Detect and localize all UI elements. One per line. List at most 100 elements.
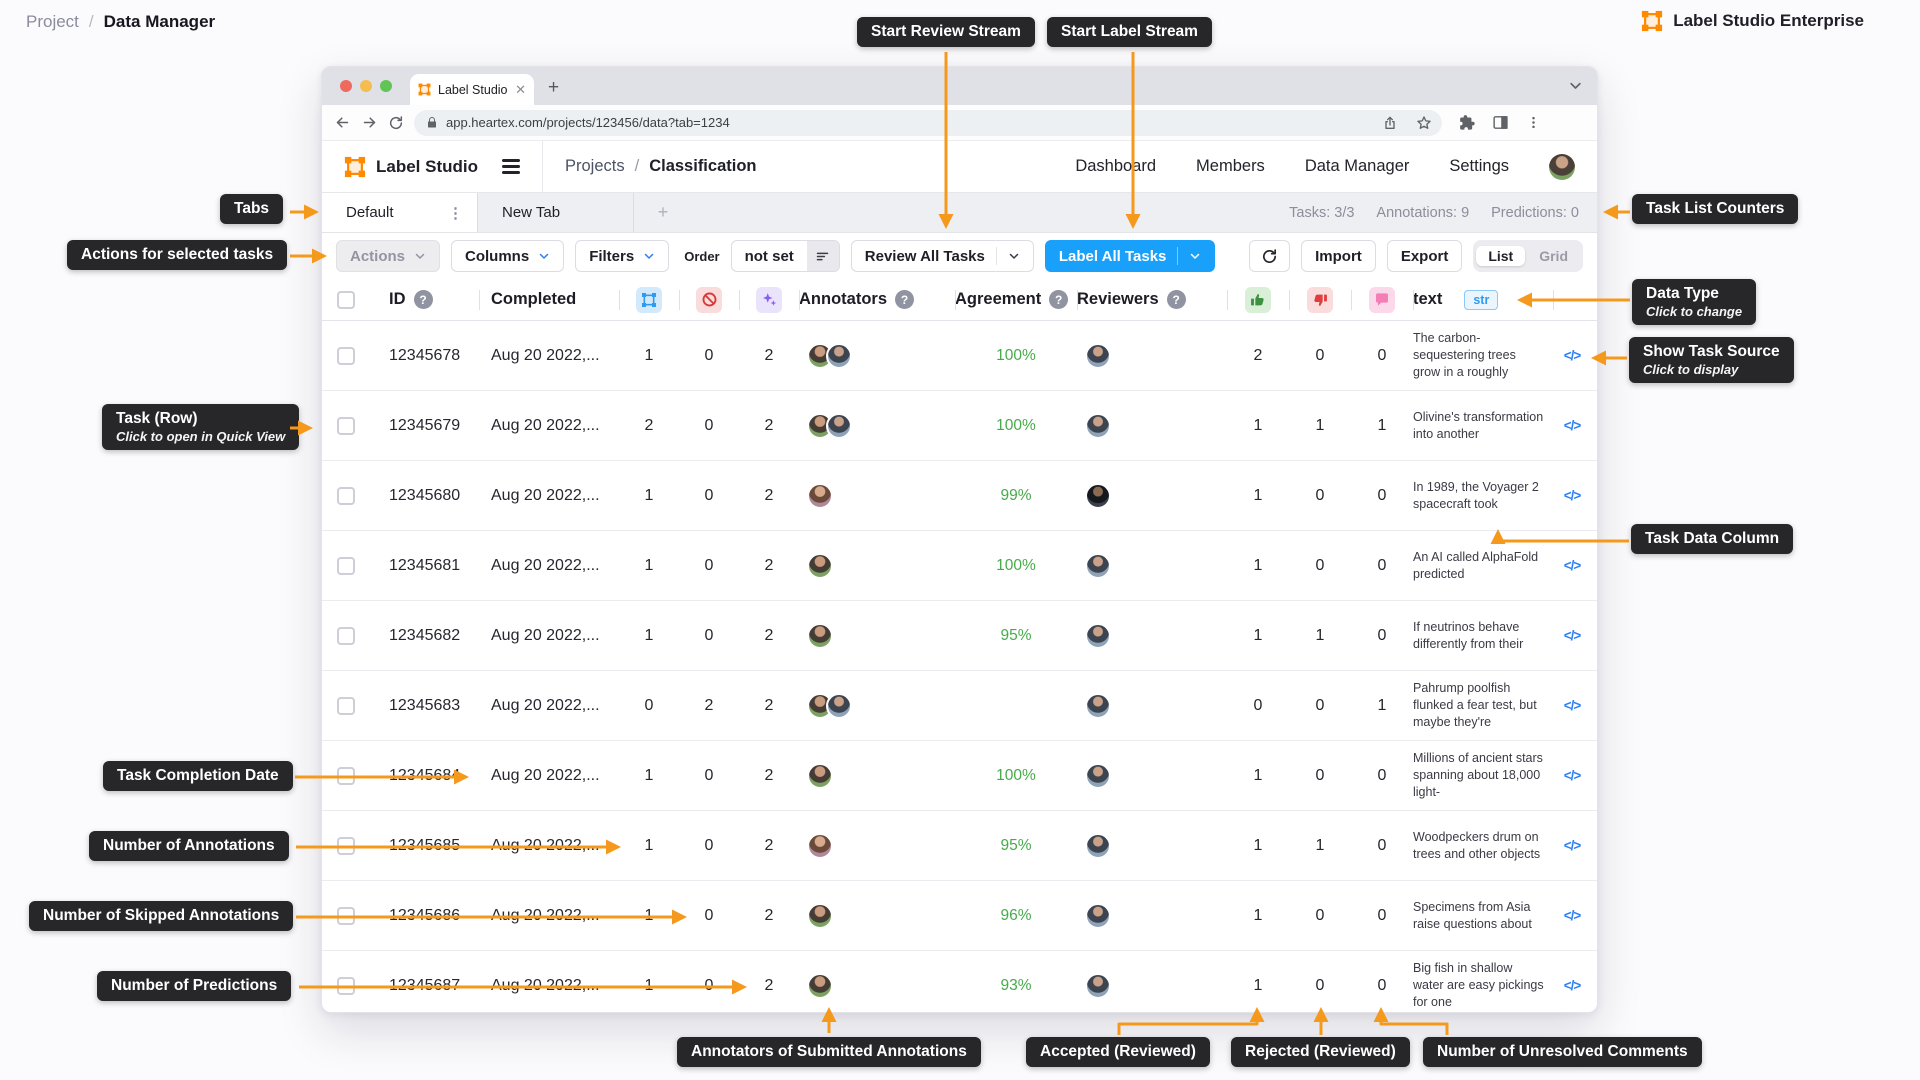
extensions-puzzle-icon[interactable]: [1458, 114, 1475, 131]
row-checkbox[interactable]: [337, 697, 355, 715]
column-text[interactable]: text: [1413, 290, 1442, 309]
back-icon[interactable]: [334, 114, 351, 131]
avatar[interactable]: [1085, 413, 1111, 439]
sort-icon[interactable]: [807, 241, 839, 271]
row-checkbox[interactable]: [337, 557, 355, 575]
browser-tab[interactable]: Label Studio ✕: [410, 74, 534, 105]
grid-view-button[interactable]: Grid: [1527, 246, 1580, 266]
export-button[interactable]: Export: [1387, 240, 1463, 272]
minimize-window-button[interactable]: [360, 80, 372, 92]
new-browser-tab-button[interactable]: +: [548, 77, 559, 99]
column-annotators[interactable]: Annotators: [799, 290, 887, 309]
share-icon[interactable]: [1382, 115, 1398, 131]
refresh-button[interactable]: [1249, 240, 1290, 272]
avatar[interactable]: [807, 763, 833, 789]
task-row[interactable]: 12345683Aug 20 2022,...022001Pahrump poo…: [322, 671, 1597, 741]
side-panel-icon[interactable]: [1492, 114, 1509, 131]
avatar[interactable]: [807, 833, 833, 859]
tab-new-tab[interactable]: New Tab: [478, 193, 634, 232]
help-icon[interactable]: ?: [1049, 290, 1068, 309]
close-window-button[interactable]: [340, 80, 352, 92]
tab-strip-chevron-icon[interactable]: [1568, 78, 1583, 93]
user-avatar[interactable]: [1549, 154, 1575, 180]
row-checkbox[interactable]: [337, 907, 355, 925]
select-all-checkbox[interactable]: [337, 291, 355, 309]
task-row[interactable]: 12345686Aug 20 2022,...10296%100Specimen…: [322, 881, 1597, 951]
annotation-results-column-icon[interactable]: [636, 287, 662, 313]
tab-close-icon[interactable]: ✕: [515, 82, 526, 98]
predictions-column-icon[interactable]: [756, 287, 782, 313]
avatar[interactable]: [1085, 903, 1111, 929]
avatar[interactable]: [1085, 623, 1111, 649]
task-row[interactable]: 12345678Aug 20 2022,...102100%200The car…: [322, 321, 1597, 391]
task-source-icon[interactable]: </>: [1553, 321, 1591, 390]
task-source-icon[interactable]: </>: [1553, 601, 1591, 670]
rejected-column-icon[interactable]: [1307, 287, 1333, 313]
list-view-button[interactable]: List: [1476, 246, 1525, 266]
browser-menu-kebab-icon[interactable]: [1526, 115, 1541, 130]
avatar[interactable]: [807, 973, 833, 999]
avatar[interactable]: [1085, 343, 1111, 369]
review-all-tasks-button[interactable]: Review All Tasks: [851, 240, 1034, 272]
avatar[interactable]: [1085, 973, 1111, 999]
column-completed[interactable]: Completed: [491, 290, 576, 309]
task-source-icon[interactable]: </>: [1553, 391, 1591, 460]
help-icon[interactable]: ?: [1167, 290, 1186, 309]
task-row[interactable]: 12345679Aug 20 2022,...202100%111Olivine…: [322, 391, 1597, 461]
tab-default[interactable]: Default ⋮: [322, 193, 478, 232]
task-row[interactable]: 12345682Aug 20 2022,...10295%110If neutr…: [322, 601, 1597, 671]
projects-link[interactable]: Projects: [565, 157, 625, 176]
hamburger-menu-icon[interactable]: [502, 159, 520, 173]
task-row[interactable]: 12345687Aug 20 2022,...10293%100Big fish…: [322, 951, 1597, 1013]
task-row[interactable]: 12345681Aug 20 2022,...102100%100An AI c…: [322, 531, 1597, 601]
order-button[interactable]: not set: [731, 240, 840, 272]
task-source-icon[interactable]: </>: [1553, 811, 1591, 880]
nav-settings[interactable]: Settings: [1449, 157, 1509, 176]
avatar[interactable]: [807, 623, 833, 649]
task-source-icon[interactable]: </>: [1553, 531, 1591, 600]
row-checkbox[interactable]: [337, 627, 355, 645]
row-checkbox[interactable]: [337, 417, 355, 435]
bookmark-star-icon[interactable]: [1416, 115, 1432, 131]
avatar[interactable]: [1085, 483, 1111, 509]
filters-button[interactable]: Filters: [575, 240, 669, 272]
add-view-tab-button[interactable]: +: [634, 193, 692, 232]
comments-column-icon[interactable]: [1369, 287, 1395, 313]
import-button[interactable]: Import: [1301, 240, 1376, 272]
window-controls[interactable]: [340, 80, 392, 92]
avatar[interactable]: [826, 693, 852, 719]
task-source-icon[interactable]: </>: [1553, 741, 1591, 810]
avatar[interactable]: [807, 903, 833, 929]
task-source-icon[interactable]: </>: [1553, 881, 1591, 950]
row-checkbox[interactable]: [337, 767, 355, 785]
task-source-icon[interactable]: </>: [1553, 461, 1591, 530]
avatar[interactable]: [1085, 693, 1111, 719]
tab-options-kebab-icon[interactable]: ⋮: [448, 204, 463, 222]
column-reviewers[interactable]: Reviewers: [1077, 290, 1159, 309]
forward-icon[interactable]: [361, 114, 378, 131]
nav-data-manager[interactable]: Data Manager: [1305, 157, 1410, 176]
help-icon[interactable]: ?: [414, 290, 433, 309]
skipped-annotations-column-icon[interactable]: [696, 287, 722, 313]
nav-dashboard[interactable]: Dashboard: [1075, 157, 1156, 176]
actions-button[interactable]: Actions: [336, 240, 440, 272]
row-checkbox[interactable]: [337, 487, 355, 505]
address-bar[interactable]: app.heartex.com/projects/123456/data?tab…: [414, 110, 1442, 136]
task-source-icon[interactable]: </>: [1553, 671, 1591, 740]
avatar[interactable]: [1085, 833, 1111, 859]
task-row[interactable]: 12345680Aug 20 2022,...10299%100In 1989,…: [322, 461, 1597, 531]
task-row[interactable]: 12345685Aug 20 2022,...10295%110Woodpeck…: [322, 811, 1597, 881]
row-checkbox[interactable]: [337, 347, 355, 365]
maximize-window-button[interactable]: [380, 80, 392, 92]
avatar[interactable]: [826, 413, 852, 439]
row-checkbox[interactable]: [337, 837, 355, 855]
avatar[interactable]: [1085, 553, 1111, 579]
column-id[interactable]: ID: [389, 290, 406, 309]
task-row[interactable]: 12345684Aug 20 2022,...102100%100Million…: [322, 741, 1597, 811]
app-logo-text[interactable]: Label Studio: [376, 157, 478, 177]
help-icon[interactable]: ?: [895, 290, 914, 309]
reload-icon[interactable]: [388, 115, 404, 131]
avatar[interactable]: [807, 553, 833, 579]
row-checkbox[interactable]: [337, 977, 355, 995]
app-logo-icon[interactable]: [344, 156, 366, 178]
